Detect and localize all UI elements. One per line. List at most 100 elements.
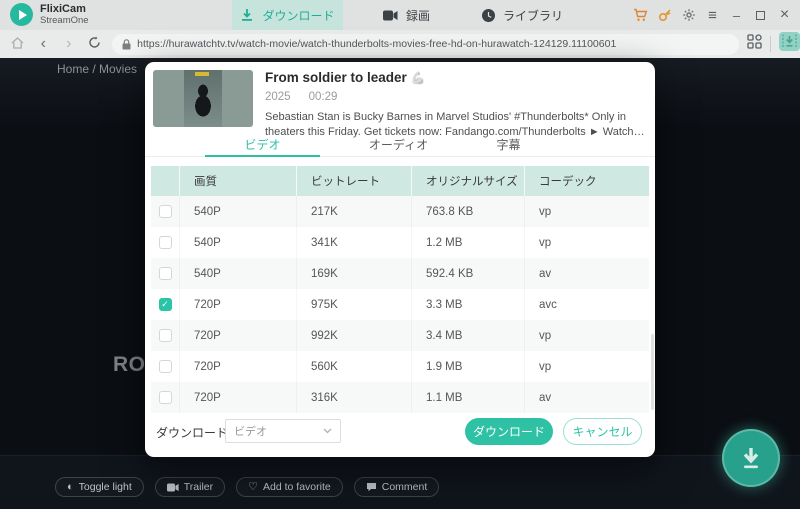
header-bitrate: ビットレート: [296, 166, 411, 196]
row-checkbox[interactable]: ✓: [158, 360, 172, 373]
download-dialog: From soldier to leader 💪 2025 00:29 Seba…: [145, 62, 655, 457]
cell-bitrate: 975K: [296, 289, 411, 320]
row-checkbox[interactable]: ✓: [158, 236, 172, 249]
header-codec: コーデック: [524, 166, 649, 196]
app-window: FlixiCam StreamOne ダウンロード 録画 ライブラリ ≡ – ×…: [0, 0, 800, 509]
cell-bitrate: 316K: [296, 382, 411, 413]
table-header: 画質 ビットレート オリジナルサイズ コーデック: [151, 166, 649, 196]
header-size: オリジナルサイズ: [411, 166, 524, 196]
table-row[interactable]: ✓ 720P 560K 1.9 MB vp: [151, 351, 649, 382]
table-row[interactable]: ✓ 720P 316K 1.1 MB av: [151, 382, 649, 413]
table-row[interactable]: ✓ 720P 992K 3.4 MB vp: [151, 320, 649, 351]
cell-bitrate: 992K: [296, 320, 411, 351]
table-row[interactable]: ✓ 540P 217K 763.8 KB vp: [151, 196, 649, 227]
flixicam-logo-icon: [10, 3, 33, 26]
home-icon[interactable]: [10, 36, 26, 52]
trailer-camera-icon: [166, 483, 179, 491]
cell-size: 592.4 KB: [411, 258, 524, 289]
gear-icon[interactable]: [681, 8, 696, 23]
video-year: 2025: [265, 91, 291, 103]
cell-bitrate: 217K: [296, 196, 411, 227]
cell-codec: vp: [524, 351, 649, 382]
cell-size: 1.2 MB: [411, 227, 524, 258]
table-row[interactable]: ✓ 540P 169K 592.4 KB av: [151, 258, 649, 289]
video-camera-icon: [383, 10, 398, 20]
cell-quality: 540P: [179, 258, 296, 289]
cell-bitrate: 560K: [296, 351, 411, 382]
tab-download[interactable]: ダウンロード: [232, 0, 343, 30]
cell-quality: 540P: [179, 196, 296, 227]
chevron-down-icon: [323, 428, 332, 434]
cell-size: 1.9 MB: [411, 351, 524, 382]
titlebar: FlixiCam StreamOne ダウンロード 録画 ライブラリ ≡ – ×: [0, 0, 800, 30]
grid-apps-icon[interactable]: [747, 34, 762, 54]
comment-icon: [366, 483, 376, 492]
brand: FlixiCam StreamOne: [10, 3, 89, 26]
download-icon: [242, 9, 253, 21]
cell-size: 3.3 MB: [411, 289, 524, 320]
trailer-button[interactable]: Trailer: [154, 477, 226, 497]
cell-codec: vp: [524, 320, 649, 351]
table-row[interactable]: ✓ 720P 975K 3.3 MB avc: [151, 289, 649, 320]
cell-size: 1.1 MB: [411, 382, 524, 413]
menu-icon[interactable]: ≡: [705, 7, 720, 24]
tab-download-label: ダウンロード: [262, 8, 335, 23]
breadcrumb[interactable]: Home / Movies: [57, 62, 137, 76]
refresh-icon[interactable]: [87, 36, 103, 52]
video-download-panel-icon[interactable]: [778, 32, 800, 56]
tab-record-label: 録画: [406, 8, 431, 23]
minimize-icon[interactable]: –: [729, 8, 744, 23]
download-type-select[interactable]: ビデオ: [225, 419, 341, 443]
cell-codec: av: [524, 258, 649, 289]
row-checkbox[interactable]: ✓: [158, 329, 172, 342]
clock-icon: [482, 8, 495, 22]
video-duration: 00:29: [308, 91, 338, 103]
floating-download-button[interactable]: [722, 429, 780, 487]
close-icon[interactable]: ×: [777, 6, 792, 23]
comment-button[interactable]: Comment: [353, 477, 440, 497]
cart-icon[interactable]: [633, 8, 648, 23]
tab-library-label: ライブラリ: [503, 8, 564, 23]
add-to-favorite-button[interactable]: ♡ Add to favorite: [236, 477, 343, 497]
row-checkbox[interactable]: ✓: [158, 267, 172, 280]
row-checkbox[interactable]: ✓: [158, 298, 172, 311]
url-text: https://hurawatchtv.tv/watch-movie/watch…: [137, 38, 617, 50]
cell-codec: avc: [524, 289, 649, 320]
cell-codec: vp: [524, 196, 649, 227]
tab-video[interactable]: ビデオ: [205, 136, 320, 157]
cell-quality: 720P: [179, 351, 296, 382]
movie-title-clipped: RO: [113, 353, 146, 376]
half-moon-icon: ◐: [67, 480, 74, 493]
cell-bitrate: 169K: [296, 258, 411, 289]
tab-audio[interactable]: オーディオ: [341, 136, 456, 157]
url-bar[interactable]: https://hurawatchtv.tv/watch-movie/watch…: [112, 33, 739, 55]
table-row[interactable]: ✓ 540P 341K 1.2 MB vp: [151, 227, 649, 258]
tab-library[interactable]: ライブラリ: [482, 0, 563, 30]
divider: [769, 36, 771, 52]
tab-record[interactable]: 録画: [383, 0, 430, 30]
video-thumbnail: [153, 70, 253, 127]
lock-icon: [122, 38, 131, 49]
cell-quality: 540P: [179, 227, 296, 258]
brand-product: StreamOne: [40, 14, 89, 26]
maximize-icon[interactable]: [753, 8, 768, 23]
forward-icon[interactable]: ›: [61, 35, 77, 53]
key-icon[interactable]: [657, 8, 672, 23]
back-icon[interactable]: ‹: [36, 35, 52, 53]
cell-codec: av: [524, 382, 649, 413]
toggle-light-button[interactable]: ◐ Toggle light: [55, 477, 144, 497]
row-checkbox[interactable]: ✓: [158, 391, 172, 404]
download-icon: [743, 448, 759, 469]
cell-bitrate: 341K: [296, 227, 411, 258]
cell-codec: vp: [524, 227, 649, 258]
cancel-button[interactable]: キャンセル: [563, 418, 642, 445]
video-title: From soldier to leader 💪: [265, 70, 426, 85]
table-scrollbar[interactable]: [651, 334, 654, 410]
page-actions: ◐ Toggle light Trailer ♡ Add to favorite…: [55, 477, 440, 497]
cell-size: 3.4 MB: [411, 320, 524, 351]
quality-table: 画質 ビットレート オリジナルサイズ コーデック ✓ 540P 217K 763…: [151, 166, 649, 413]
row-checkbox[interactable]: ✓: [158, 205, 172, 218]
tab-subtitle[interactable]: 字幕: [451, 136, 566, 157]
download-type-label: ダウンロード:: [156, 426, 232, 440]
download-button[interactable]: ダウンロード: [465, 418, 553, 445]
